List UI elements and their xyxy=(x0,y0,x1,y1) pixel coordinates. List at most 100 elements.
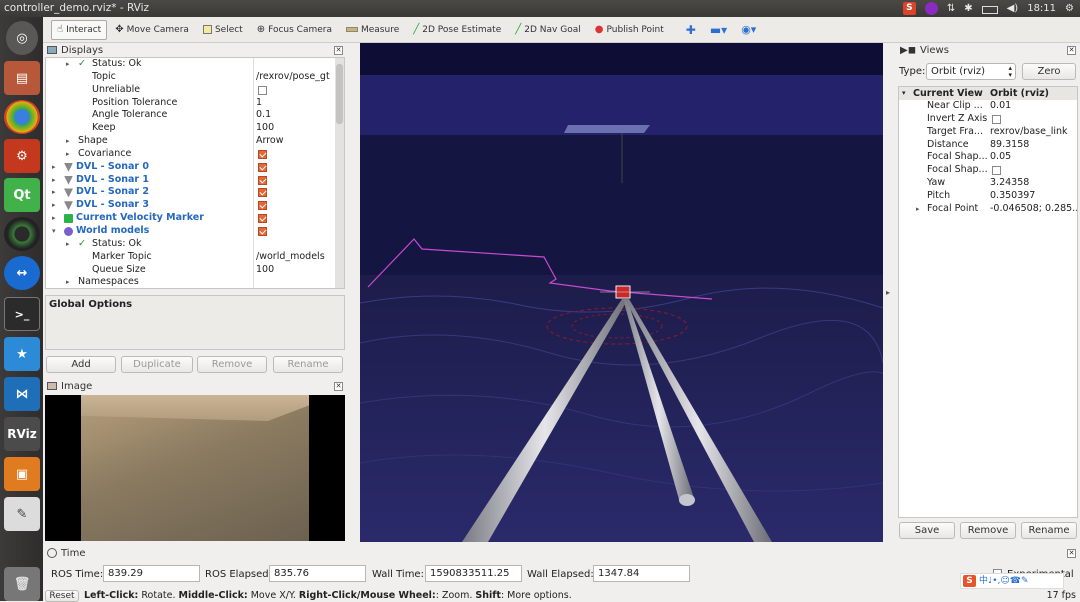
view-property-row[interactable]: Focal Shap... 0.05 xyxy=(899,151,1077,164)
enable-checkbox[interactable] xyxy=(258,175,267,185)
display-tree-row[interactable]: ▸ Shape Arrow xyxy=(46,135,344,148)
tool-publish-point[interactable]: ● Publish Point xyxy=(589,20,670,40)
wall-elapsed-field[interactable]: 1347.84 xyxy=(593,565,690,582)
close-icon[interactable]: ✕ xyxy=(1067,45,1076,55)
files-icon[interactable]: ▤ xyxy=(4,61,40,95)
view-property-row[interactable]: Invert Z Axis xyxy=(899,113,1077,126)
chevron-right-icon[interactable]: ▸ xyxy=(52,161,56,174)
display-tree-row[interactable]: ▸ DVL - Sonar 2 xyxy=(46,186,344,199)
chevron-right-icon[interactable]: ▸ xyxy=(52,199,56,212)
tool-interact[interactable]: ☝ Interact xyxy=(51,19,108,40)
tool-2d-pose-estimate[interactable]: ╱ 2D Pose Estimate xyxy=(407,20,507,40)
close-icon[interactable]: ✕ xyxy=(1067,548,1076,558)
ros-time-field[interactable]: 839.29 xyxy=(103,565,200,582)
chevron-right-icon[interactable]: ▸ xyxy=(66,238,70,251)
chevron-right-icon[interactable]: ▸ xyxy=(52,212,56,225)
qt-icon[interactable]: Qt xyxy=(4,178,40,212)
display-tree-row[interactable]: ▾ World models xyxy=(46,225,344,238)
display-tree-row[interactable]: ▸ DVL - Sonar 1 xyxy=(46,174,344,187)
display-property-value[interactable]: 100 xyxy=(256,122,274,135)
chevron-right-icon[interactable]: ▸ xyxy=(66,135,70,148)
add-button[interactable]: Add xyxy=(46,356,116,373)
enable-checkbox[interactable] xyxy=(258,162,267,172)
display-tree-row[interactable]: Position Tolerance 1 xyxy=(46,97,344,110)
enable-checkbox[interactable] xyxy=(258,188,267,198)
remove-tool-button[interactable]: ▬▾ xyxy=(704,20,733,40)
tool-focus-camera[interactable]: ⊕ Focus Camera xyxy=(251,20,338,40)
software-center-icon[interactable]: ★ xyxy=(4,337,40,371)
remove-button[interactable]: Remove xyxy=(197,356,267,373)
add-tool-button[interactable]: ✚ xyxy=(680,20,702,40)
view-property-row[interactable]: Yaw 3.24358 xyxy=(899,177,1077,190)
chevron-right-icon[interactable]: ▸ xyxy=(52,186,56,199)
clock[interactable]: 18:11 xyxy=(1027,3,1056,14)
reset-button[interactable]: Reset xyxy=(45,590,79,602)
render-viewport[interactable] xyxy=(360,43,883,542)
camera-app-icon[interactable] xyxy=(4,217,40,251)
trash-icon[interactable]: 🗑 xyxy=(4,567,40,601)
view-property-row[interactable]: Focal Shap... xyxy=(899,164,1077,177)
vscode-icon[interactable]: ⋈ xyxy=(4,377,40,411)
view-property-value[interactable]: 0.350397 xyxy=(990,190,1035,203)
display-property-value[interactable]: /rexrov/pose_gt xyxy=(256,71,330,84)
display-tree-row[interactable]: Topic/rexrov/pose_gt xyxy=(46,71,344,84)
display-tree-row[interactable]: ▸ DVL - Sonar 3 xyxy=(46,199,344,212)
view-property-value[interactable]: 89.3158 xyxy=(990,139,1029,152)
display-property-value[interactable]: /world_models xyxy=(256,251,325,264)
teamviewer-icon[interactable]: ↔ xyxy=(4,256,40,290)
displays-tree[interactable]: ▸ ✓ Status: Ok Topic/rexrov/pose_gt Unreliab… xyxy=(45,57,345,289)
volume-icon[interactable]: ◀) xyxy=(1007,3,1019,14)
chevron-right-icon[interactable]: ▸ xyxy=(886,288,890,297)
tool-properties-button[interactable]: ◉▾ xyxy=(735,20,762,40)
ros-elapsed-field[interactable]: 835.76 xyxy=(269,565,366,582)
chevron-right-icon[interactable]: ▸ xyxy=(916,203,920,216)
display-tree-row[interactable]: Unreliable xyxy=(46,84,344,97)
terminal-icon[interactable]: >_ xyxy=(4,297,40,331)
chrome-icon[interactable] xyxy=(4,100,40,134)
display-tree-row[interactable]: ▸ Covariance xyxy=(46,148,344,161)
network-icon[interactable]: ⇅ xyxy=(947,3,955,14)
views-tree[interactable]: ▾ Current View Orbit (rviz) Near Clip ..… xyxy=(898,86,1078,518)
wall-time-field[interactable]: 1590833511.25 xyxy=(425,565,522,582)
property-checkbox[interactable] xyxy=(992,166,1001,176)
property-checkbox[interactable] xyxy=(992,114,1001,124)
views-header-row[interactable]: ▾ Current View Orbit (rviz) xyxy=(899,87,1077,100)
tool-select[interactable]: Select xyxy=(197,20,249,40)
view-property-row[interactable]: Distance 89.3158 xyxy=(899,139,1077,152)
display-property-value[interactable]: 100 xyxy=(256,264,274,277)
views-save-button[interactable]: Save xyxy=(899,522,955,539)
gear-icon[interactable]: ⚙ xyxy=(1065,3,1074,14)
text-editor-icon[interactable]: ✎ xyxy=(4,497,40,531)
ime-toolbar[interactable]: S 中♩•,☺☎✎ xyxy=(960,573,1064,589)
enable-checkbox[interactable] xyxy=(258,226,267,236)
splitter-handle[interactable]: ▸ xyxy=(883,43,896,542)
display-property-value[interactable]: Arrow xyxy=(256,135,284,148)
display-property-value[interactable]: 1 xyxy=(256,97,262,110)
display-tree-row[interactable]: ▸ DVL - Sonar 0 xyxy=(46,161,344,174)
display-tree-row[interactable]: ▸ ✓ Status: Ok xyxy=(46,58,344,71)
display-tree-row[interactable]: Marker Topic/world_models xyxy=(46,251,344,264)
views-rename-button[interactable]: Rename xyxy=(1021,522,1077,539)
close-icon[interactable]: ✕ xyxy=(334,45,343,55)
chevron-right-icon[interactable]: ▸ xyxy=(52,174,56,187)
view-property-value[interactable]: rexrov/base_link xyxy=(990,126,1068,139)
bluetooth-icon[interactable]: ✱ xyxy=(964,3,972,14)
display-property-value[interactable]: 0.1 xyxy=(256,109,271,122)
battery-icon[interactable] xyxy=(981,5,998,14)
rename-button[interactable]: Rename xyxy=(273,356,343,373)
sublime-icon[interactable]: ▣ xyxy=(4,457,40,491)
chevron-right-icon[interactable]: ▸ xyxy=(66,276,70,288)
tool-move-camera[interactable]: ✥ Move Camera xyxy=(109,20,195,40)
display-tree-row[interactable]: ▸ Current Velocity Marker xyxy=(46,212,344,225)
display-tree-row[interactable]: Queue Size 100 xyxy=(46,264,344,277)
dash-icon[interactable]: ◎ xyxy=(6,21,38,55)
tool-measure[interactable]: Measure xyxy=(340,20,405,40)
view-property-row[interactable]: Pitch 0.350397 xyxy=(899,190,1077,203)
enable-checkbox[interactable] xyxy=(258,149,267,159)
tool-2d-nav-goal[interactable]: ╱ 2D Nav Goal xyxy=(509,20,586,40)
enable-checkbox[interactable] xyxy=(258,201,267,211)
view-property-value[interactable]: 0.01 xyxy=(990,100,1011,113)
view-type-select[interactable]: Orbit (rviz) ▴ ▾ xyxy=(926,63,1016,80)
enable-checkbox[interactable] xyxy=(258,214,267,224)
zero-button[interactable]: Zero xyxy=(1022,63,1076,80)
